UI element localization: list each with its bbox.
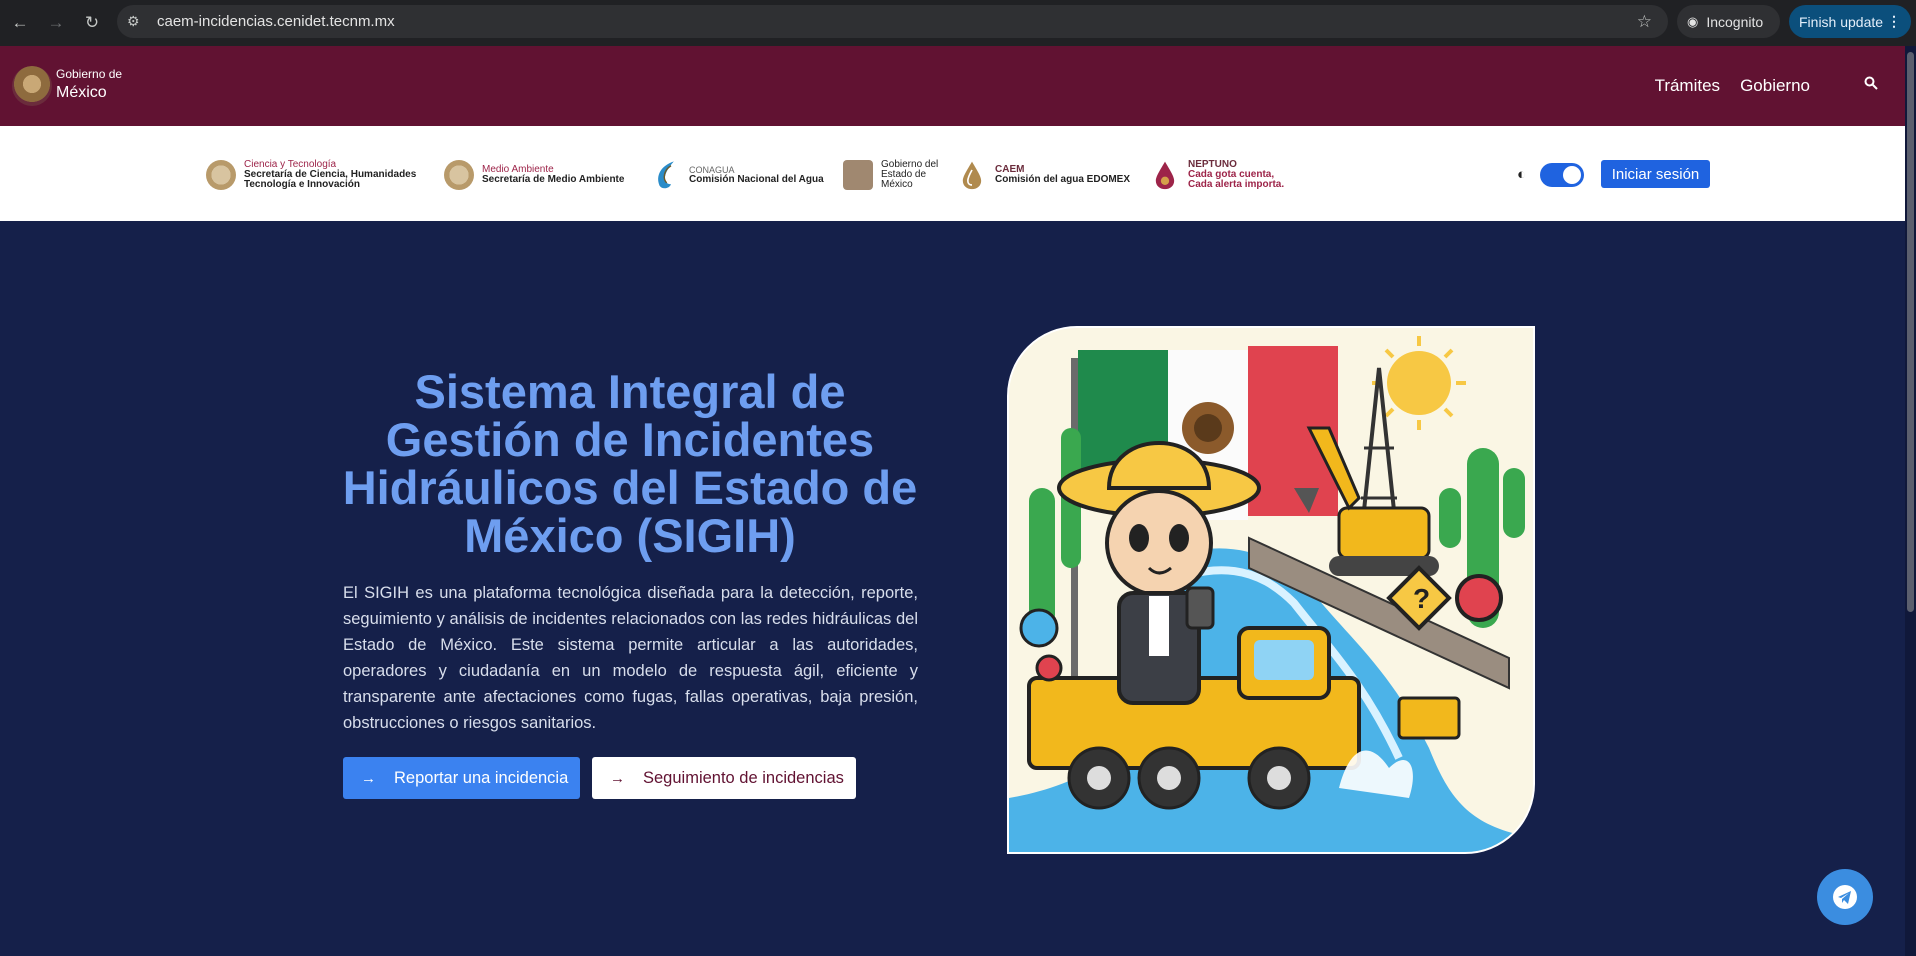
forward-icon[interactable]: →: [38, 5, 74, 41]
contrast-icon: ◐: [1517, 166, 1527, 183]
login-button[interactable]: Iniciar sesión: [1601, 160, 1710, 188]
track-incidents-button[interactable]: → Seguimiento de incidencias: [592, 757, 856, 799]
incognito-icon: ◉: [1687, 13, 1699, 29]
bookmark-star-icon[interactable]: ☆: [1637, 12, 1652, 32]
theme-toggle[interactable]: [1540, 163, 1584, 187]
edomex-shield-icon: [843, 160, 873, 190]
partner-edomex: Gobierno del Estado de México: [843, 160, 938, 190]
water-drop-icon: [962, 161, 982, 190]
track-incidents-label: Seguimiento de incidencias: [643, 768, 844, 787]
partner-name-line2: Cada alerta importa.: [1188, 179, 1285, 190]
menu-dots-icon: ⋮: [1887, 13, 1901, 29]
report-incident-button[interactable]: → Reportar una incidencia: [343, 757, 580, 799]
browser-toolbar: ← → ↻ ⚙ caem-incidencias.cenidet.tecnm.m…: [0, 0, 1916, 46]
neptuno-drop-icon: [1155, 161, 1175, 190]
arrow-right-icon: →: [361, 769, 376, 787]
report-incident-label: Reportar una incidencia: [394, 768, 569, 787]
gov-seal-icon: [12, 66, 52, 106]
toggle-knob: [1563, 166, 1581, 184]
gov-logo-line1: Gobierno de: [56, 67, 123, 81]
partner-name: Comisión del agua EDOMEX: [995, 174, 1131, 185]
eagle-seal-icon: [444, 160, 474, 190]
address-bar[interactable]: ⚙ caem-incidencias.cenidet.tecnm.mx ☆: [117, 5, 1668, 38]
back-icon[interactable]: ←: [2, 5, 38, 41]
partner-name: Comisión Nacional del Agua: [689, 174, 824, 185]
partner-logos-bar: Ciencia y Tecnología Secretaría de Cienc…: [0, 126, 1905, 221]
gov-header: Gobierno de México Trámites Gobierno: [0, 46, 1905, 126]
partner-secihti: Ciencia y Tecnología Secretaría de Cienc…: [206, 160, 416, 190]
incognito-label: Incognito: [1706, 13, 1764, 30]
page-scrollbar[interactable]: [1905, 46, 1916, 956]
telegram-chat-button[interactable]: [1817, 869, 1873, 925]
telegram-icon: [1833, 885, 1857, 909]
reload-icon[interactable]: ↻: [74, 5, 110, 41]
partner-caem: CAEM Comisión del agua EDOMEX: [957, 160, 1130, 190]
finish-update-button[interactable]: Finish update ⋮: [1789, 5, 1911, 38]
hero-description: El SIGIH es una plataforma tecnológica d…: [343, 584, 918, 732]
nav-link-tramites[interactable]: Trámites: [1655, 76, 1721, 96]
hero-illustration: ?: [1007, 326, 1535, 854]
url-text[interactable]: caem-incidencias.cenidet.tecnm.mx: [157, 13, 395, 30]
partner-conagua: CONAGUA Comisión Nacional del Agua: [651, 160, 824, 190]
svg-text:?: ?: [1413, 583, 1430, 614]
partner-name-line2: Tecnología e Innovación: [244, 179, 360, 190]
partner-neptuno: NEPTUNO Cada gota cuenta, Cada alerta im…: [1150, 160, 1284, 190]
incognito-badge[interactable]: ◉ Incognito: [1677, 5, 1780, 38]
conagua-wave-icon: [658, 161, 674, 189]
gov-logo-line2: México: [56, 84, 107, 101]
partner-semarnat: Medio Ambiente Secretaría de Medio Ambie…: [444, 160, 624, 190]
hero-title: Sistema Integral de Gestión de Incidente…: [342, 365, 918, 562]
scrollbar-thumb[interactable]: [1907, 52, 1914, 612]
eagle-seal-icon: [206, 160, 236, 190]
finish-update-label: Finish update: [1799, 13, 1884, 30]
arrow-right-icon: →: [610, 769, 625, 787]
partner-name-line3: México: [881, 179, 913, 190]
nav-link-gobierno[interactable]: Gobierno: [1740, 76, 1810, 96]
partner-name: Secretaría de Medio Ambiente: [482, 174, 625, 185]
site-settings-icon[interactable]: ⚙: [127, 13, 147, 30]
search-icon[interactable]: [1864, 76, 1878, 93]
